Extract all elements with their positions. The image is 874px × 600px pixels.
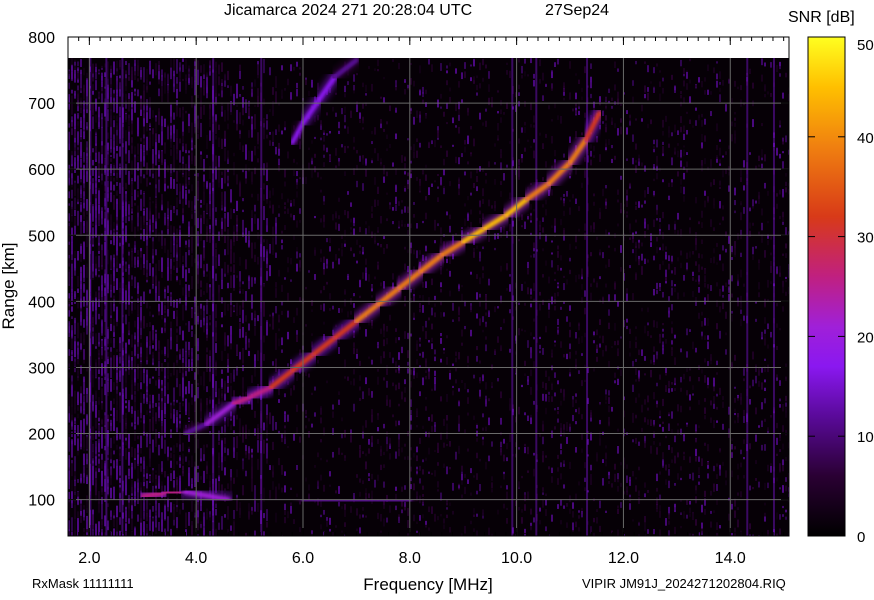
interference-line xyxy=(260,58,262,536)
colorbar-tick-label: 50 xyxy=(857,37,874,54)
y-axis-label: Range [km] xyxy=(0,243,18,330)
x-tick-label: 12.0 xyxy=(608,550,639,567)
colorbar-tick-label: 10 xyxy=(857,429,874,446)
x-tick-label: 6.0 xyxy=(292,550,314,567)
x-axis-label: Frequency [MHz] xyxy=(363,575,492,594)
y-tick-label: 600 xyxy=(28,162,55,179)
colorbar-tick-label: 40 xyxy=(857,130,874,147)
interference-line xyxy=(773,58,775,536)
colorbar-tick-label: 0 xyxy=(857,529,865,546)
y-tick-label: 200 xyxy=(28,427,55,444)
chart-date: 27Sep24 xyxy=(545,2,609,19)
interference-line xyxy=(535,58,537,536)
ionogram-svg: Jicamarca 2024 271 20:28:04 UTC 27Sep24 … xyxy=(0,0,874,595)
y-tick-label: 100 xyxy=(28,493,55,510)
x-tick-label: 2.0 xyxy=(78,550,100,567)
interference-line xyxy=(212,58,214,536)
colorbar xyxy=(808,37,845,536)
y-tick-label: 800 xyxy=(28,30,55,47)
colorbar-title: SNR [dB] xyxy=(788,9,855,26)
colorbar-tick-label: 20 xyxy=(857,329,874,346)
y-tick-label: 400 xyxy=(28,294,55,311)
x-tick-label: 4.0 xyxy=(185,550,207,567)
y-tick-label: 500 xyxy=(28,228,55,245)
ionogram-figure: Jicamarca 2024 271 20:28:04 UTC 27Sep24 … xyxy=(0,0,874,595)
y-tick-label: 700 xyxy=(28,96,55,113)
x-tick-label: 10.0 xyxy=(501,550,532,567)
y-tick-label: 300 xyxy=(28,360,55,377)
interference-line xyxy=(746,58,748,536)
x-tick-label: 8.0 xyxy=(399,550,421,567)
colorbar-tick-label: 30 xyxy=(857,230,874,247)
rxmask-label: RxMask 11111111 xyxy=(32,576,134,591)
file-label: VIPIR JM91J_2024271202804.RIQ xyxy=(582,576,786,591)
interference-line xyxy=(511,58,513,536)
interference-line xyxy=(105,58,107,536)
interference-line xyxy=(121,58,123,536)
chart-title: Jicamarca 2024 271 20:28:04 UTC xyxy=(224,2,472,19)
x-tick-label: 14.0 xyxy=(715,550,746,567)
